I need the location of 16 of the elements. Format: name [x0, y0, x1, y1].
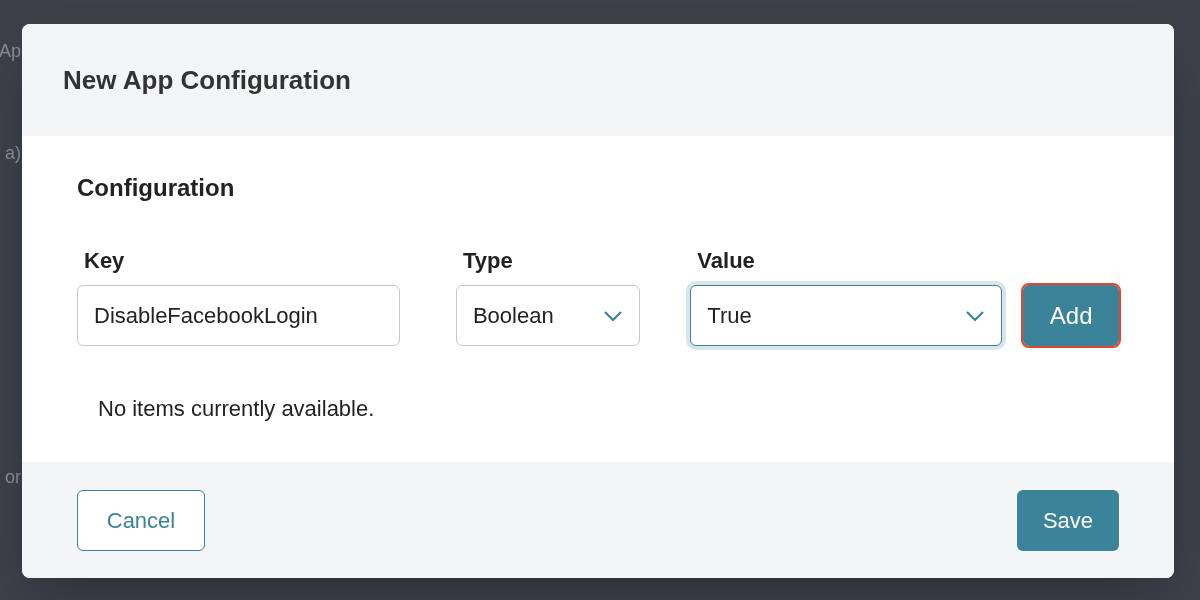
section-title: Configuration — [77, 173, 236, 203]
dropdown[interactable]: True — [690, 285, 1003, 346]
background-text: or — [5, 466, 21, 489]
key-input[interactable]: DisableFacebookLogin — [77, 285, 400, 346]
field-label: Key — [84, 247, 126, 275]
background-text: a) — [5, 142, 21, 165]
chevron-down-icon — [603, 309, 624, 322]
save-button[interactable]: Save — [1017, 489, 1119, 551]
dialog-title: New App Configuration — [63, 63, 351, 97]
cancel-button[interactable]: Cancel — [77, 489, 205, 551]
empty-message: No items currently available. — [98, 395, 376, 423]
add-button[interactable]: Add — [1023, 285, 1119, 346]
chevron-down-icon — [965, 309, 986, 322]
dropdown[interactable]: Boolean — [455, 285, 641, 346]
field-label: Value — [697, 247, 756, 275]
field-label: Type — [462, 247, 514, 275]
